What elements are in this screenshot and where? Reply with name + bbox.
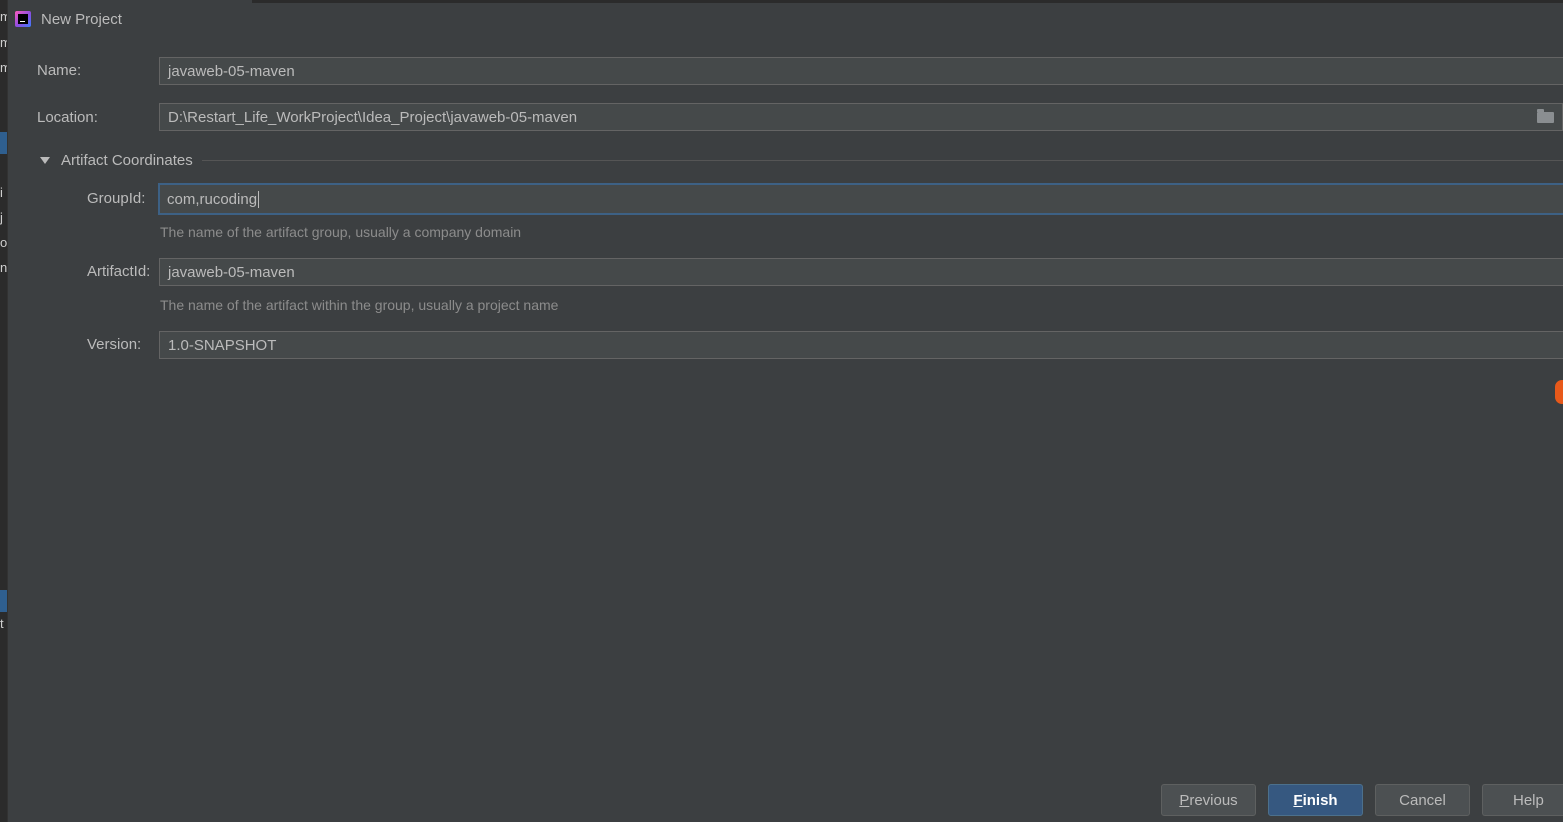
edge-badge-icon[interactable] — [1555, 380, 1563, 404]
location-label: Location: — [37, 109, 98, 126]
background-ide-window: m m m i j o n t — [0, 0, 8, 822]
background-selection — [0, 132, 7, 154]
background-glyph: n — [0, 261, 7, 275]
triangle-down-icon[interactable] — [40, 156, 50, 164]
artifact-id-hint: The name of the artifact within the grou… — [160, 297, 559, 313]
text-caret — [258, 190, 260, 208]
folder-icon[interactable] — [1537, 109, 1554, 123]
help-button-label: Help — [1513, 791, 1544, 809]
background-glyph: m — [0, 61, 7, 75]
artifact-id-field-value: javaweb-05-maven — [168, 263, 295, 281]
background-glyph: m — [0, 36, 7, 50]
section-divider — [201, 159, 1563, 161]
group-id-hint: The name of the artifact group, usually … — [160, 224, 522, 240]
artifact-id-label: ArtifactId: — [87, 263, 151, 280]
name-label: Name: — [37, 62, 82, 79]
version-field-value: 1.0-SNAPSHOT — [168, 336, 277, 354]
title-bar: New Project — [15, 8, 122, 30]
version-field[interactable]: 1.0-SNAPSHOT — [159, 331, 1563, 359]
name-field-value: javaweb-05-maven — [168, 62, 295, 80]
artifact-coordinates-section[interactable]: Artifact Coordinates — [40, 150, 1563, 170]
previous-button-label: revious — [1189, 791, 1238, 809]
group-id-field-value: com,rucoding — [167, 190, 258, 208]
artifact-id-field[interactable]: javaweb-05-maven — [159, 258, 1563, 286]
background-selection — [0, 590, 7, 612]
cancel-button-label: Cancel — [1399, 791, 1446, 809]
background-glyph: i — [0, 186, 3, 200]
background-glyph: t — [0, 617, 4, 631]
version-label: Version: — [87, 336, 142, 353]
previous-button[interactable]: Previous — [1161, 784, 1256, 816]
name-field[interactable]: javaweb-05-maven — [159, 57, 1563, 85]
location-field[interactable]: D:\Restart_Life_WorkProject\Idea_Project… — [159, 103, 1563, 131]
help-button[interactable]: Help — [1482, 784, 1563, 816]
location-field-value: D:\Restart_Life_WorkProject\Idea_Project… — [168, 108, 578, 126]
finish-button-mnemonic: F — [1293, 791, 1303, 809]
cancel-button[interactable]: Cancel — [1375, 784, 1470, 816]
background-glyph: o — [0, 236, 7, 250]
artifact-coordinates-title: Artifact Coordinates — [61, 151, 193, 169]
finish-button[interactable]: Finish — [1268, 784, 1363, 816]
finish-button-label: inish — [1302, 791, 1338, 809]
background-glyph: j — [0, 211, 3, 225]
new-project-dialog: m m m i j o n t New Project Name: javawe… — [0, 0, 1563, 822]
group-id-label: GroupId: — [87, 190, 146, 207]
previous-button-mnemonic: P — [1179, 791, 1190, 809]
intellij-idea-icon — [15, 11, 31, 27]
background-window-edge — [252, 0, 1563, 3]
group-id-field[interactable]: com,rucoding — [158, 183, 1563, 215]
background-glyph: m — [0, 10, 7, 24]
dialog-title: New Project — [41, 10, 122, 28]
